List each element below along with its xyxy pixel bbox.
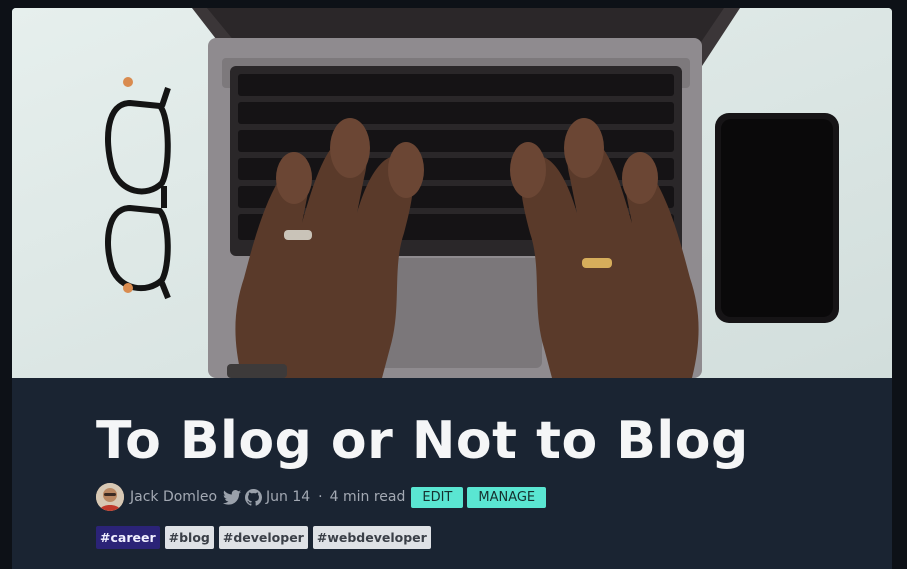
tag-blog[interactable]: #blog	[164, 526, 214, 549]
article-meta: Jack Domleo Jun 14 · 4 min read EDIT MAN…	[96, 482, 872, 512]
tag-career[interactable]: #career	[96, 526, 160, 549]
page: To Blog or Not to Blog Jack Domleo Jun 1…	[0, 0, 907, 569]
author-name[interactable]: Jack Domleo	[130, 489, 217, 505]
edit-button[interactable]: EDIT	[411, 486, 464, 508]
tag-developer[interactable]: #developer	[218, 526, 308, 549]
cover-image	[12, 8, 892, 378]
meta-separator: ·	[318, 489, 323, 505]
author-avatar[interactable]	[96, 483, 124, 511]
article-card: To Blog or Not to Blog Jack Domleo Jun 1…	[12, 8, 892, 569]
manage-button[interactable]: MANAGE	[467, 486, 547, 508]
tag-webdeveloper[interactable]: #webdeveloper	[312, 526, 431, 549]
github-icon[interactable]	[245, 488, 263, 506]
publish-date: Jun 14	[266, 489, 311, 505]
twitter-icon[interactable]	[223, 489, 242, 505]
article-header: To Blog or Not to Blog Jack Domleo Jun 1…	[96, 378, 872, 549]
read-time: 4 min read	[329, 489, 406, 505]
tag-list: #career #blog #developer #webdeveloper	[96, 526, 872, 549]
article-title: To Blog or Not to Blog	[96, 411, 749, 471]
